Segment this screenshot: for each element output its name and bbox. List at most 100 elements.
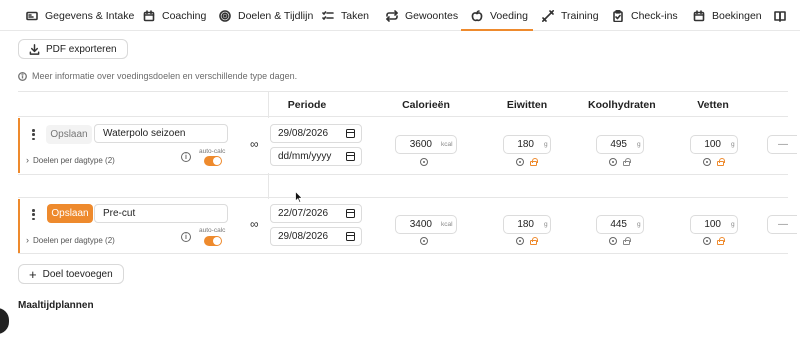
tab-gegevens-intake[interactable]: Gegevens & Intake — [26, 0, 134, 31]
calendar-icon[interactable] — [346, 232, 355, 241]
tab-gewoontes[interactable]: Gewoontes — [386, 0, 458, 31]
autocalc-label: auto-calc — [199, 148, 226, 155]
add-goal-button[interactable]: + Doel toevoegen — [18, 264, 124, 284]
tab-boekingen[interactable]: Boekingen — [693, 0, 762, 31]
autocalc-toggle[interactable] — [204, 156, 222, 166]
apple-icon — [471, 9, 483, 21]
tab-label: Taken — [341, 9, 370, 22]
start-date-input[interactable]: 29/08/2026 — [270, 124, 362, 143]
book-icon — [774, 10, 786, 22]
infinity-link-icon: ∞ — [250, 137, 259, 151]
table-row: Opslaan Pre-cut › Doelen per dagtype (2)… — [18, 199, 797, 254]
row-divider — [18, 174, 788, 175]
daytype-toggle[interactable]: › Doelen per dagtype (2) — [26, 235, 115, 245]
help-widget[interactable] — [0, 308, 9, 334]
protein-input[interactable]: 180 g — [503, 215, 551, 234]
carbs-input[interactable]: 445 g — [596, 215, 644, 234]
download-icon — [29, 43, 40, 55]
tab-label: Doelen & Tijdlijn — [238, 9, 314, 22]
target-icon[interactable] — [703, 158, 711, 166]
row-divider — [18, 197, 788, 198]
tab-coaching[interactable]: Coaching — [143, 0, 206, 31]
target-icon[interactable] — [420, 237, 428, 245]
dumbbell-icon — [542, 9, 554, 22]
calendar-icon[interactable] — [346, 129, 355, 138]
repeat-icon — [386, 9, 398, 22]
tab-voeding[interactable]: Voeding — [471, 0, 528, 31]
lock-icon[interactable] — [530, 158, 538, 166]
col-header-eiwitten: Eiwitten — [506, 99, 548, 111]
tab-label: Check-ins — [631, 9, 678, 22]
end-date-input[interactable]: 29/08/2026 — [270, 227, 362, 246]
tab-check-ins[interactable]: Check-ins — [612, 0, 678, 31]
daytype-label: Doelen per dagtype (2) — [33, 235, 115, 245]
calendar-icon[interactable] — [346, 209, 355, 218]
active-tab-indicator — [461, 29, 533, 31]
col-header-periode: Periode — [287, 99, 327, 111]
info-icon — [18, 71, 27, 81]
tab-label: Gewoontes — [405, 9, 459, 22]
tab-label: Boekingen — [712, 9, 762, 22]
tab-label: Training — [561, 9, 599, 22]
calendar-icon — [693, 9, 705, 21]
info-text: Meer informatie over voedingsdoelen en v… — [18, 70, 297, 82]
header-bottom-border — [18, 116, 788, 117]
chevron-right-icon: › — [26, 235, 29, 245]
info-icon[interactable]: i — [181, 152, 191, 162]
lock-icon[interactable] — [717, 158, 725, 166]
calendar-icon[interactable] — [346, 152, 355, 161]
carbs-input[interactable]: 495 g — [596, 135, 644, 154]
row-menu-icon[interactable] — [32, 129, 35, 140]
save-button[interactable]: Opslaan — [46, 125, 92, 144]
fat-input[interactable]: 100 g — [690, 135, 738, 154]
fat-input[interactable]: 100 g — [690, 215, 738, 234]
lock-icon[interactable] — [623, 237, 631, 245]
row-menu-icon[interactable] — [32, 209, 35, 220]
mouse-pointer-icon — [295, 191, 303, 203]
col-header-calorieen: Calorieën — [402, 99, 450, 111]
target-icon[interactable] — [609, 158, 617, 166]
info-icon[interactable]: i — [181, 232, 191, 242]
lock-icon[interactable] — [717, 237, 725, 245]
table-row: Opslaan Waterpolo seizoen › Doelen per d… — [18, 118, 797, 173]
target-icon[interactable] — [516, 158, 524, 166]
calories-input[interactable]: 3400 kcal — [395, 215, 457, 234]
tab-overflow[interactable] — [774, 0, 786, 31]
calendar-icon — [143, 9, 155, 21]
goal-name-input[interactable]: Waterpolo seizoen — [94, 124, 228, 143]
target-icon[interactable] — [703, 237, 711, 245]
lock-icon[interactable] — [530, 237, 538, 245]
autocalc-toggle[interactable] — [204, 236, 222, 246]
protein-input[interactable]: 180 g — [503, 135, 551, 154]
pdf-export-label: PDF exporteren — [46, 43, 117, 55]
col-header-koolhydraten: Koolhydraten — [588, 99, 656, 111]
calories-input[interactable]: 3600 kcal — [395, 135, 457, 154]
tab-label: Coaching — [162, 9, 207, 22]
target-icon[interactable] — [516, 237, 524, 245]
tab-doelen-tijdlijn[interactable]: Doelen & Tijdlijn — [219, 0, 313, 31]
daytype-label: Doelen per dagtype (2) — [33, 155, 115, 165]
tab-label: Voeding — [490, 9, 528, 22]
lock-icon[interactable] — [623, 158, 631, 166]
daytype-toggle[interactable]: › Doelen per dagtype (2) — [26, 155, 115, 165]
plus-icon: + — [29, 266, 37, 282]
row-divider — [18, 253, 788, 254]
pdf-export-button[interactable]: PDF exporteren — [18, 39, 128, 59]
save-button[interactable]: Opslaan — [47, 204, 93, 223]
goal-name-input[interactable]: Pre-cut — [94, 204, 228, 223]
extra-input[interactable]: — — [767, 215, 797, 234]
section-title: Maaltijdplannen — [18, 300, 94, 311]
tab-training[interactable]: Training — [542, 0, 599, 31]
col-header-vetten: Vetten — [697, 99, 729, 111]
tab-taken[interactable]: Taken — [322, 0, 369, 31]
target-icon[interactable] — [420, 158, 428, 166]
start-date-input[interactable]: 22/07/2026 — [270, 204, 362, 223]
autocalc-label: auto-calc — [199, 227, 226, 234]
target-icon[interactable] — [609, 237, 617, 245]
extra-input[interactable]: — — [767, 135, 797, 154]
clipboard-check-icon — [613, 9, 623, 22]
infinity-link-icon: ∞ — [250, 217, 259, 231]
end-date-input[interactable]: dd/mm/yyyy — [270, 147, 362, 166]
table-top-border — [18, 91, 788, 92]
tab-label: Gegevens & Intake — [45, 9, 135, 22]
